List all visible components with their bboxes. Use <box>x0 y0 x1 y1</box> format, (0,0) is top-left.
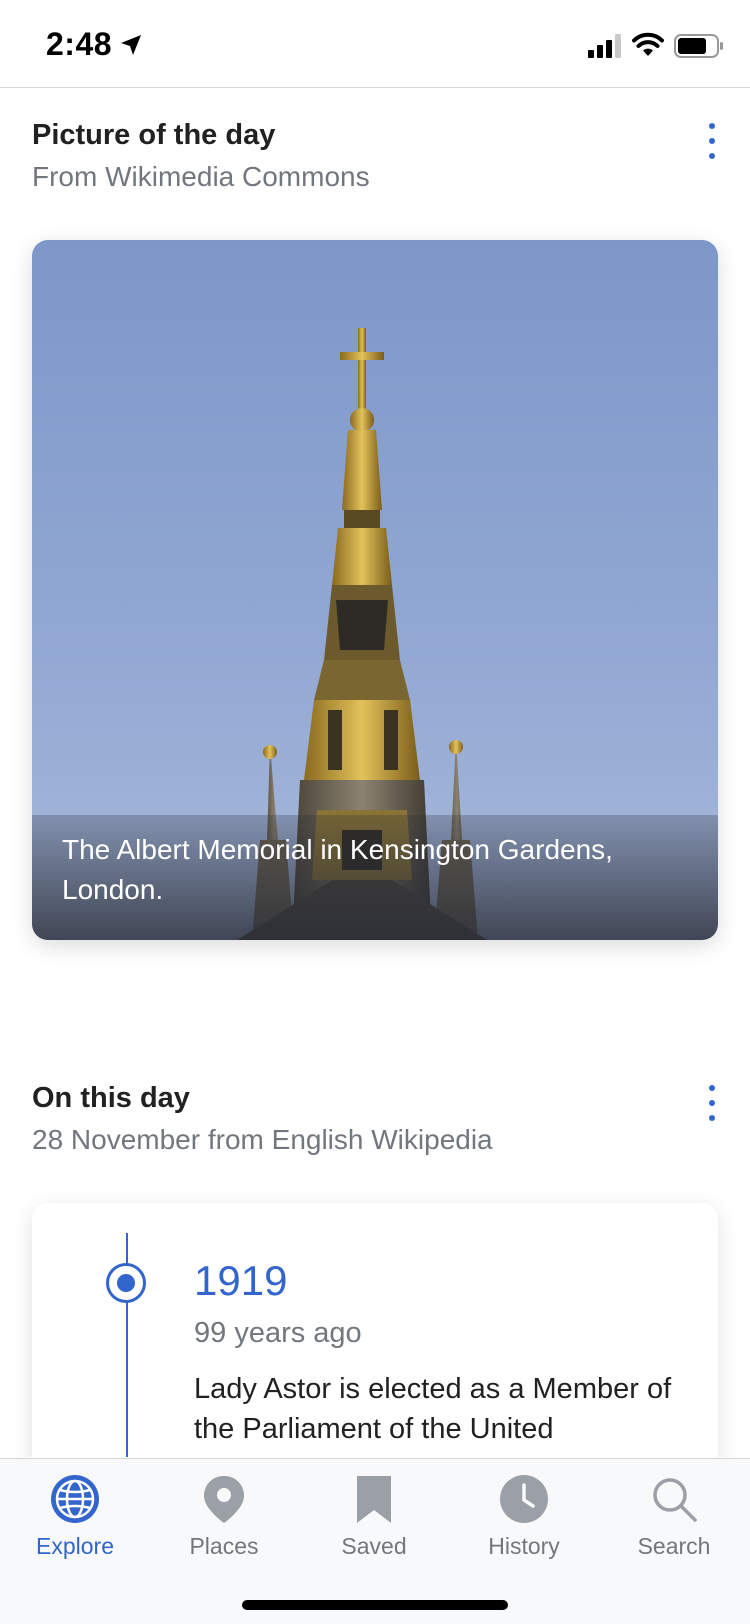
potd-more-icon[interactable] <box>697 119 727 163</box>
otd-subtitle: 28 November from English Wikipedia <box>32 1124 493 1155</box>
otd-year[interactable]: 1919 <box>194 1257 287 1305</box>
timeline-dot-icon <box>106 1263 146 1303</box>
otd-title: On this day <box>32 1082 190 1114</box>
tab-label: Search <box>637 1533 711 1559</box>
search-icon <box>653 1478 697 1522</box>
dot <box>709 123 715 129</box>
globe-icon <box>51 1475 99 1523</box>
clock-icon <box>500 1475 548 1523</box>
explore-feed[interactable]: Picture of the day From Wikimedia Common… <box>0 89 750 1457</box>
cellular-signal-icon <box>588 34 621 58</box>
dot <box>709 138 715 144</box>
potd-card[interactable]: The Albert Memorial in Kensington Garden… <box>32 240 718 940</box>
tab-explore[interactable]: Explore <box>10 1473 140 1573</box>
dot <box>709 1115 715 1121</box>
dot <box>709 1085 715 1091</box>
potd-title: Picture of the day <box>32 119 276 151</box>
dot <box>709 153 715 159</box>
otd-event-text[interactable]: Lady Astor is elected as a Member of the… <box>194 1369 684 1449</box>
tab-saved[interactable]: Saved <box>309 1473 439 1573</box>
otd-more-icon[interactable] <box>697 1081 727 1125</box>
otd-years-ago: 99 years ago <box>194 1317 362 1349</box>
tab-label: History <box>488 1533 560 1559</box>
status-bar: 2:48 <box>0 0 750 88</box>
otd-card[interactable]: 1919 99 years ago Lady Astor is elected … <box>32 1203 718 1457</box>
potd-caption: The Albert Memorial in Kensington Garden… <box>62 834 613 905</box>
wifi-icon <box>632 32 664 56</box>
tab-label: Saved <box>341 1533 407 1559</box>
tab-places[interactable]: Places <box>159 1473 289 1573</box>
tab-label: Explore <box>36 1533 114 1559</box>
potd-subtitle: From Wikimedia Commons <box>32 161 370 192</box>
tab-label: Places <box>189 1533 259 1559</box>
location-arrow-icon <box>121 35 141 55</box>
dot <box>709 1100 715 1106</box>
bookmark-icon <box>357 1476 391 1523</box>
map-pin-icon <box>204 1476 244 1523</box>
battery-icon <box>674 34 723 58</box>
app-screen: 2:48 Picture of the day From Wikimedia C… <box>0 0 750 1624</box>
tab-search[interactable]: Search <box>609 1473 739 1573</box>
tab-history[interactable]: History <box>459 1473 589 1573</box>
home-indicator[interactable] <box>242 1600 508 1610</box>
status-time: 2:48 <box>46 26 113 62</box>
